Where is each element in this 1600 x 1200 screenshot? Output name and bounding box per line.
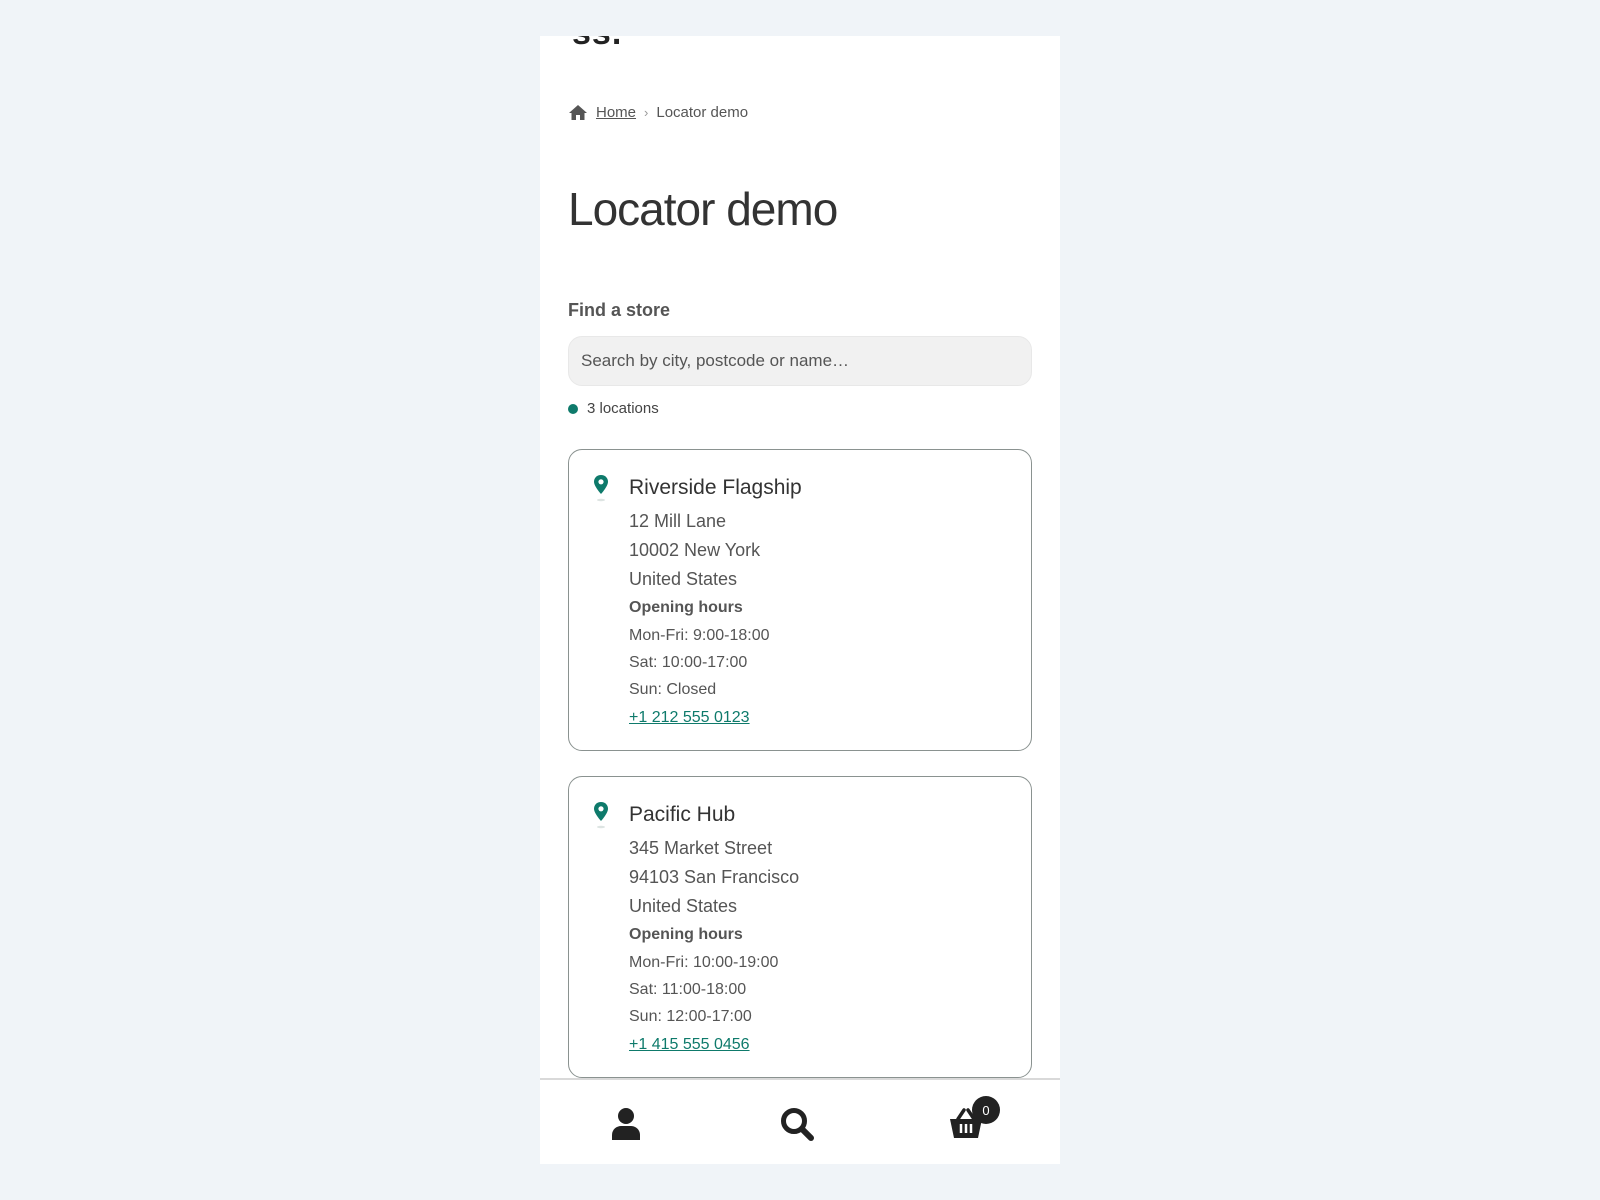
opening-hours-heading: Opening hours bbox=[629, 599, 743, 616]
opening-hours-heading: Opening hours bbox=[629, 926, 743, 943]
store-address-country: United States bbox=[629, 896, 738, 916]
breadcrumb: Home › Locator demo bbox=[568, 104, 748, 121]
cart-count-badge: 0 bbox=[972, 1096, 1000, 1124]
store-search-input[interactable] bbox=[568, 336, 1032, 386]
status-dot bbox=[568, 403, 578, 414]
breadcrumb-separator: › bbox=[644, 105, 649, 120]
account-button[interactable] bbox=[606, 1106, 646, 1146]
breadcrumb-current: Locator demo bbox=[656, 104, 749, 121]
hours-saturday: Sat: 10:00-17:00 bbox=[629, 654, 748, 671]
bottom-nav-bar: 0 bbox=[540, 1078, 1060, 1164]
map-pin-icon bbox=[593, 474, 609, 507]
location-count-text: 3 locations bbox=[587, 400, 659, 417]
breadcrumb-home-link[interactable]: Home bbox=[596, 104, 636, 121]
search-button[interactable] bbox=[777, 1106, 817, 1146]
find-store-label: Find a store bbox=[568, 300, 671, 320]
page-title: Locator demo bbox=[568, 183, 838, 235]
store-details: Pacific Hub 345 Market Street 94103 San … bbox=[629, 803, 799, 1060]
store-address-city: 94103 San Francisco bbox=[629, 867, 800, 887]
store-card[interactable]: Pacific Hub 345 Market Street 94103 San … bbox=[568, 776, 1032, 1078]
search-icon bbox=[780, 1107, 814, 1146]
home-icon bbox=[568, 104, 588, 121]
store-name: Riverside Flagship bbox=[629, 476, 802, 499]
store-details: Riverside Flagship 12 Mill Lane 10002 Ne… bbox=[629, 476, 802, 733]
hours-saturday: Sat: 11:00-18:00 bbox=[629, 981, 747, 998]
hours-sunday: Sun: Closed bbox=[629, 681, 717, 698]
hours-sunday: Sun: 12:00-17:00 bbox=[629, 1008, 752, 1025]
store-phone-link[interactable]: +1 415 555 0456 bbox=[629, 1030, 750, 1060]
map-pin-icon bbox=[593, 801, 609, 834]
hours-weekdays: Mon-Fri: 10:00-19:00 bbox=[629, 954, 779, 971]
location-count: 3 locations bbox=[568, 400, 659, 417]
store-address-city: 10002 New York bbox=[629, 540, 761, 560]
account-icon bbox=[611, 1107, 641, 1146]
store-address-street: 12 Mill Lane bbox=[629, 511, 727, 531]
site-logo[interactable]: ss. bbox=[572, 36, 622, 53]
hours-weekdays: Mon-Fri: 9:00-18:00 bbox=[629, 627, 770, 644]
store-address-street: 345 Market Street bbox=[629, 838, 773, 858]
store-address-country: United States bbox=[629, 569, 738, 589]
store-card[interactable]: Riverside Flagship 12 Mill Lane 10002 Ne… bbox=[568, 449, 1032, 751]
store-phone-link[interactable]: +1 212 555 0123 bbox=[629, 703, 750, 733]
store-name: Pacific Hub bbox=[629, 803, 736, 826]
mobile-frame: ss. Home › Locator demo Locator demo Fin… bbox=[540, 36, 1060, 1164]
